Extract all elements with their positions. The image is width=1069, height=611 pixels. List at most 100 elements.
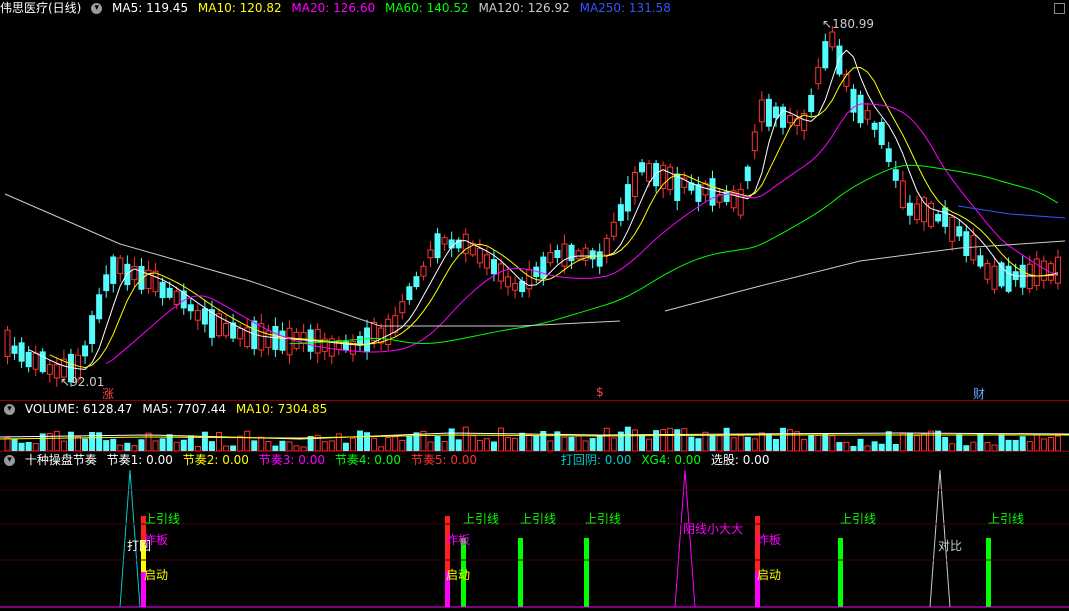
volume-bar	[610, 437, 617, 451]
volume-bar	[434, 436, 441, 451]
indicator-title: 十种操盘节奏	[24, 453, 97, 467]
volume-bar	[935, 430, 942, 451]
volume-bar	[371, 437, 378, 451]
candle-body	[441, 237, 448, 245]
volume-bar	[913, 435, 920, 451]
volume-bar	[589, 438, 596, 451]
candle-body	[674, 173, 681, 201]
volume-bar	[624, 426, 631, 451]
candle-body	[483, 254, 490, 269]
rhythm2: 节奏2: 0.00	[182, 453, 249, 467]
volume-bar	[1054, 435, 1061, 451]
signal-bar	[584, 538, 589, 607]
signal-bar	[838, 538, 843, 607]
volume-bar	[328, 440, 335, 451]
volume-bar	[843, 441, 850, 451]
chevron-down-icon[interactable]: ▾	[4, 455, 15, 466]
indicator-legend: ▾ 十种操盘节奏 节奏1: 0.00 节奏2: 0.00 节奏3: 0.00 节…	[0, 452, 775, 468]
candle-body	[406, 286, 413, 301]
signal-bar	[986, 538, 991, 607]
candle-body	[103, 274, 110, 292]
volume-bar	[124, 442, 131, 451]
signal-up-shadow: 上引线	[585, 512, 622, 526]
candle-body	[490, 259, 497, 275]
volume-bar	[103, 440, 110, 451]
chevron-down-icon[interactable]: ▾	[91, 3, 103, 14]
candle-body	[505, 276, 512, 288]
volume-bar	[709, 435, 716, 451]
volume-bar	[216, 431, 222, 451]
volume-bar	[780, 427, 786, 451]
candle-body	[949, 216, 956, 242]
candle-body	[857, 94, 864, 124]
volume-bar	[208, 441, 215, 451]
volume-bar	[822, 433, 829, 451]
candle-body	[624, 184, 631, 212]
candle-body	[117, 257, 124, 275]
candle-body	[300, 332, 307, 344]
candle-body	[709, 178, 716, 206]
candle-body	[540, 256, 547, 279]
select-stock: 选股: 0.00	[710, 453, 770, 467]
candle-body	[399, 301, 406, 314]
ma250-label: MA250: 131.58	[579, 1, 671, 15]
volume-bar	[53, 430, 60, 451]
volume-bar	[462, 426, 469, 451]
volume-bar	[441, 440, 448, 451]
candle-body	[815, 66, 822, 85]
volume-bar	[512, 437, 519, 451]
volume-bar	[631, 429, 638, 451]
signal-small-yin: 阴线小大大	[683, 522, 744, 536]
volume-bar	[399, 439, 406, 451]
candle-body	[977, 255, 984, 267]
volume-bar	[180, 439, 187, 451]
volume-bar	[533, 435, 540, 451]
candle-body	[942, 207, 949, 227]
close-square-icon[interactable]	[1054, 3, 1065, 14]
price-chart	[4, 25, 1066, 387]
volume-bar	[998, 434, 1005, 451]
ma-line	[289, 164, 1059, 345]
candle-body	[751, 131, 758, 152]
volume-bar	[723, 427, 730, 451]
volume-bar	[406, 436, 413, 451]
volume-bar	[392, 436, 399, 451]
volume-bar	[575, 435, 582, 451]
volume-bar	[265, 441, 272, 451]
volume-bar	[582, 440, 589, 451]
candle-body	[695, 184, 702, 202]
volume-bar	[857, 438, 864, 451]
candle-body	[82, 345, 89, 357]
candle-body	[808, 95, 815, 113]
candle-body	[822, 41, 829, 69]
candle-body	[1005, 265, 1012, 292]
candle-body	[653, 163, 660, 187]
ma-line	[28, 49, 1059, 370]
signal-start: 启动	[757, 568, 782, 582]
volume-bar	[667, 427, 674, 451]
xg4: XG4: 0.00	[641, 453, 702, 467]
candle-body	[39, 351, 46, 373]
candle-body	[378, 327, 385, 344]
volume-bar	[187, 435, 194, 451]
volume-bar	[878, 443, 885, 451]
candle-body	[758, 99, 765, 123]
candle-body	[286, 327, 293, 356]
candle-body	[152, 270, 159, 293]
candle-body	[885, 148, 892, 163]
signal-explode: 炸板	[446, 533, 471, 547]
volume-bar	[364, 432, 371, 451]
price-legend: 伟思医疗(日线) ▾ MA5: 119.45 MA10: 120.82 MA20…	[0, 0, 677, 16]
volume-bar	[906, 433, 913, 451]
candle-body	[765, 98, 772, 127]
ma5-label: MA5: 119.45	[112, 1, 189, 15]
candle-body	[589, 250, 596, 260]
chevron-down-icon[interactable]: ▾	[4, 404, 15, 415]
candle-body	[187, 304, 194, 312]
candle-body	[4, 329, 11, 358]
volume-bar	[349, 437, 356, 451]
candle-body	[596, 251, 603, 267]
volume-bar	[321, 441, 328, 451]
volume-bar	[737, 435, 744, 451]
volume-bar	[490, 441, 497, 451]
